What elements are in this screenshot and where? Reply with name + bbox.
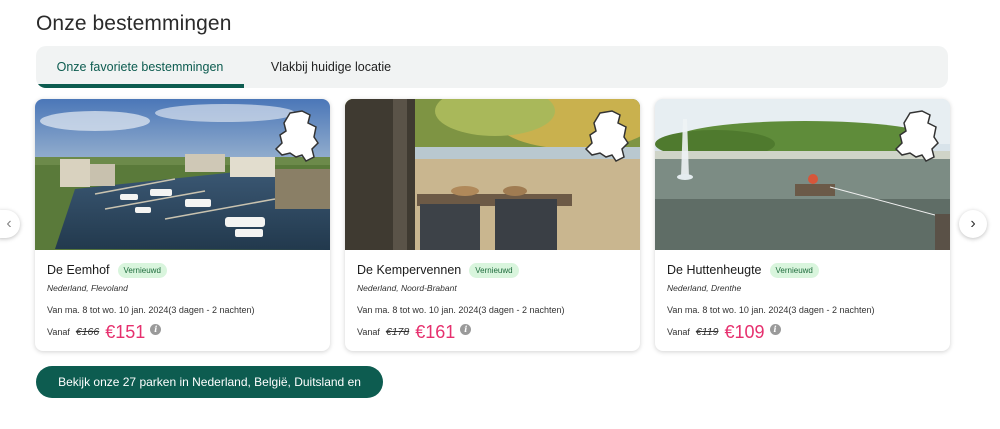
card-location: Nederland, Drenthe <box>667 283 742 293</box>
card-dates: Van ma. 8 tot wo. 10 jan. 2024(3 dagen -… <box>667 305 875 315</box>
price-row: Vanaf €166 €151 i <box>47 321 320 343</box>
card-image[interactable] <box>35 99 330 250</box>
card-location: Nederland, Flevoland <box>47 283 128 293</box>
from-label: Vanaf <box>47 327 70 337</box>
chevron-right-icon: › <box>970 215 976 232</box>
card-dates: Van ma. 8 tot wo. 10 jan. 2024(3 dagen -… <box>47 305 255 315</box>
status-badge: Vernieuwd <box>469 262 519 278</box>
old-price: €166 <box>75 326 100 338</box>
chevron-left-icon: ‹ <box>6 215 12 232</box>
netherlands-map-icon <box>894 110 939 162</box>
info-icon[interactable]: i <box>150 323 162 335</box>
page-title: Onze bestemmingen <box>36 12 232 35</box>
netherlands-map-icon <box>274 110 319 162</box>
status-badge: Vernieuwd <box>117 262 167 278</box>
destination-card-kempervennen[interactable]: De Kempervennen Vernieuwd Nederland, Noo… <box>345 99 640 351</box>
card-dates: Van ma. 8 tot wo. 10 jan. 2024(3 dagen -… <box>357 305 565 315</box>
new-price: €161 <box>415 321 456 342</box>
netherlands-map-icon <box>584 110 629 162</box>
card-title: De Eemhof <box>47 263 110 277</box>
status-badge: Vernieuwd <box>769 262 819 278</box>
tab-favorite-destinations[interactable]: Onze favoriete bestemmingen <box>36 46 244 88</box>
price-row: Vanaf €178 €161 i <box>357 321 630 343</box>
card-body: De Eemhof Vernieuwd Nederland, Flevoland… <box>47 262 320 343</box>
card-body: De Huttenheugte Vernieuwd Nederland, Dre… <box>667 262 940 343</box>
card-body: De Kempervennen Vernieuwd Nederland, Noo… <box>357 262 630 343</box>
old-price: €178 <box>385 326 410 338</box>
price-row: Vanaf €119 €109 i <box>667 321 940 343</box>
info-icon[interactable]: i <box>769 323 781 335</box>
card-title: De Huttenheugte <box>667 263 762 277</box>
view-all-parks-button[interactable]: Bekijk onze 27 parken in Nederland, Belg… <box>36 366 383 421</box>
carousel-next-button[interactable]: › <box>959 210 987 238</box>
from-label: Vanaf <box>357 327 380 337</box>
new-price: €109 <box>724 321 765 342</box>
info-icon[interactable]: i <box>460 323 472 335</box>
old-price: €119 <box>695 326 719 338</box>
card-image[interactable] <box>345 99 640 250</box>
destination-card-eemhof[interactable]: De Eemhof Vernieuwd Nederland, Flevoland… <box>35 99 330 351</box>
destination-card-huttenheugte[interactable]: De Huttenheugte Vernieuwd Nederland, Dre… <box>655 99 950 351</box>
from-label: Vanaf <box>667 327 690 337</box>
new-price: €151 <box>105 321 146 342</box>
tab-nearby-location[interactable]: Vlakbij huidige locatie <box>256 46 406 88</box>
card-location: Nederland, Noord-Brabant <box>357 283 457 293</box>
destination-tabs: Onze favoriete bestemmingen Vlakbij huid… <box>36 46 948 88</box>
card-image[interactable] <box>655 99 950 250</box>
card-title: De Kempervennen <box>357 263 462 277</box>
carousel-prev-button[interactable]: ‹ <box>0 210 20 238</box>
